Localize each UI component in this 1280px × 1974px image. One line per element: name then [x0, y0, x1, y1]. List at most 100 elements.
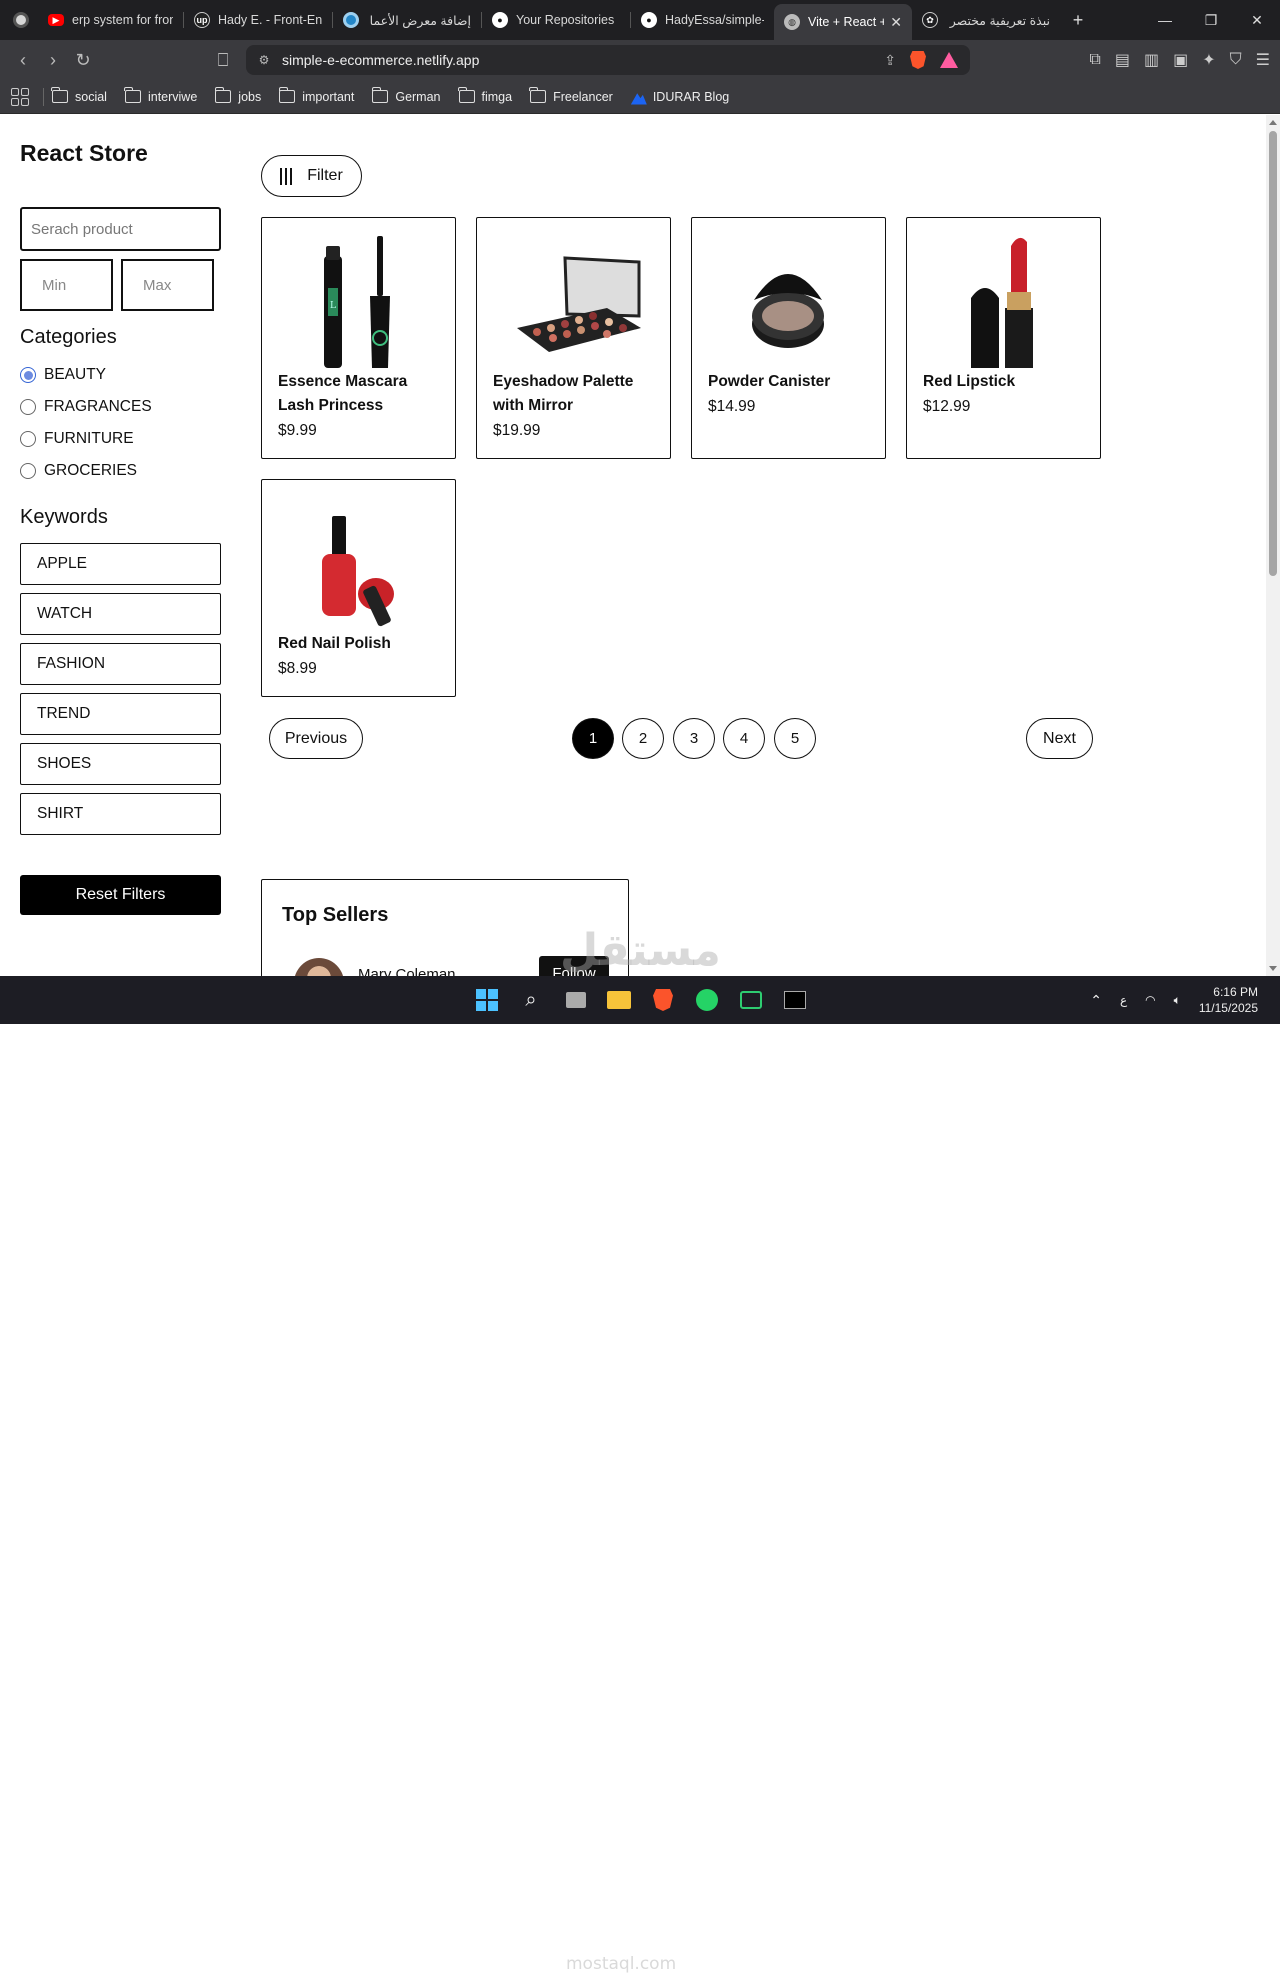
- next-button[interactable]: Next: [1026, 718, 1093, 759]
- brave-rewards-icon[interactable]: [940, 52, 958, 68]
- share-icon[interactable]: ⇪: [884, 52, 896, 69]
- close-window-icon[interactable]: ✕: [1234, 0, 1280, 40]
- chevron-up-icon[interactable]: ⌃: [1090, 992, 1102, 1009]
- reader-icon[interactable]: ▤: [1115, 50, 1130, 70]
- avatar: [294, 958, 344, 976]
- clock[interactable]: 6:16 PM 11/15/2025: [1199, 984, 1258, 1016]
- bookmark-folder[interactable]: interviwe: [124, 87, 197, 104]
- menu-icon[interactable]: ☰: [1256, 50, 1270, 70]
- radio[interactable]: [20, 463, 36, 479]
- search-input[interactable]: [20, 207, 221, 251]
- close-tab-icon[interactable]: ✕: [890, 14, 902, 31]
- product-card[interactable]: Powder Canister $14.99: [691, 217, 886, 459]
- github-icon: ●: [641, 12, 657, 28]
- leo-ai-icon[interactable]: ✦: [1202, 50, 1215, 70]
- new-tab-icon[interactable]: +: [1060, 10, 1096, 31]
- page-1-button[interactable]: 1: [572, 718, 614, 759]
- store-title: React Store: [20, 140, 148, 166]
- svg-text:L: L: [330, 301, 336, 311]
- task-view-icon[interactable]: [562, 986, 590, 1014]
- extensions-icon[interactable]: ⧉: [1089, 51, 1100, 69]
- tab-strip: ▶ erp system for fron up Hady E. - Front…: [0, 0, 1280, 40]
- bookmark-icon[interactable]: ⎕: [208, 45, 238, 75]
- seller-name: Mary Coleman: [358, 966, 456, 976]
- restore-icon[interactable]: ❐: [1188, 0, 1234, 40]
- minimize-icon[interactable]: —: [1142, 0, 1188, 40]
- command-prompt-icon[interactable]: [781, 986, 809, 1014]
- scroll-down-icon[interactable]: [1269, 966, 1277, 971]
- window-controls: — ❐ ✕: [1142, 0, 1280, 40]
- product-name: Powder Canister: [708, 373, 831, 390]
- page-3-button[interactable]: 3: [673, 718, 715, 759]
- tab-5-active[interactable]: ◍ Vite + React + ✕: [774, 4, 912, 40]
- url-text[interactable]: simple-e-ecommerce.netlify.app: [282, 52, 884, 68]
- reset-filters-button[interactable]: Reset Filters: [20, 875, 221, 915]
- bookmark-folder[interactable]: jobs: [214, 87, 261, 104]
- category-beauty[interactable]: BEAUTY: [20, 366, 106, 384]
- bookmark-folder[interactable]: important: [278, 87, 354, 104]
- max-price-input[interactable]: [121, 259, 214, 311]
- filter-button[interactable]: Filter: [261, 155, 362, 197]
- scrollbar-thumb[interactable]: [1269, 131, 1277, 576]
- page-4-button[interactable]: 4: [723, 718, 765, 759]
- whatsapp-icon[interactable]: [693, 986, 721, 1014]
- file-explorer-icon[interactable]: [605, 986, 633, 1014]
- category-furniture[interactable]: FURNITURE: [20, 430, 134, 448]
- keyword-shirt[interactable]: SHIRT: [20, 793, 221, 835]
- tab-6[interactable]: ✿ نبذة تعريفية مختصر: [912, 4, 1060, 36]
- page-2-button[interactable]: 2: [622, 718, 664, 759]
- forward-icon[interactable]: ›: [38, 45, 68, 75]
- tab-1[interactable]: up Hady E. - Front-En: [184, 4, 332, 36]
- bookmark-folder[interactable]: German: [371, 87, 441, 104]
- brave-browser-icon[interactable]: [649, 986, 677, 1014]
- brave-shields-icon[interactable]: [910, 51, 926, 69]
- keyword-shoes[interactable]: SHOES: [20, 743, 221, 785]
- product-card[interactable]: Eyeshadow Palette with Mirror $19.99: [476, 217, 671, 459]
- windows-start-icon[interactable]: [473, 986, 501, 1014]
- site-settings-icon[interactable]: ⚙: [246, 53, 282, 67]
- wallet-icon[interactable]: ▣: [1173, 50, 1188, 70]
- search-icon[interactable]: ⌕: [517, 986, 545, 1014]
- volume-icon[interactable]: 🔈︎: [1174, 993, 1181, 1008]
- language-indicator[interactable]: ع: [1120, 993, 1127, 1007]
- apps-grid-icon[interactable]: [11, 87, 29, 106]
- bookmark-folder[interactable]: Freelancer: [529, 87, 613, 104]
- folder-icon: [51, 87, 68, 103]
- keyword-trend[interactable]: TREND: [20, 693, 221, 735]
- bookmark-folder[interactable]: social: [51, 87, 107, 104]
- category-groceries[interactable]: GROCERIES: [20, 462, 137, 480]
- product-card[interactable]: Red Lipstick $12.99: [906, 217, 1101, 459]
- sidebar-icon[interactable]: ▥: [1144, 50, 1159, 70]
- bookmark-link[interactable]: IDURAR Blog: [630, 89, 729, 105]
- keyword-watch[interactable]: WATCH: [20, 593, 221, 635]
- tab-label: نبذة تعريفية مختصر: [949, 13, 1050, 28]
- wifi-icon[interactable]: ◠: [1145, 993, 1155, 1007]
- vpn-icon[interactable]: ⛉: [1230, 51, 1242, 69]
- back-icon[interactable]: ‹: [8, 45, 38, 75]
- keyword-fashion[interactable]: FASHION: [20, 643, 221, 685]
- page-5-button[interactable]: 5: [774, 718, 816, 759]
- product-price: $12.99: [923, 398, 971, 415]
- product-card[interactable]: L Essence Mascara Lash Princess $9.99: [261, 217, 456, 459]
- profile-icon[interactable]: [4, 5, 38, 35]
- product-name: Essence Mascara Lash Princess: [278, 373, 408, 414]
- tab-label: Hady E. - Front-En: [218, 13, 322, 27]
- scroll-up-icon[interactable]: [1269, 120, 1277, 125]
- category-fragrances[interactable]: FRAGRANCES: [20, 398, 152, 416]
- tab-0[interactable]: ▶ erp system for fron: [38, 4, 183, 36]
- min-price-input[interactable]: [20, 259, 113, 311]
- tab-2[interactable]: إضافة معرض الأعما: [333, 4, 481, 36]
- radio-selected[interactable]: [20, 367, 36, 383]
- radio[interactable]: [20, 431, 36, 447]
- reload-icon[interactable]: ↻: [68, 45, 98, 75]
- bookmark-folder[interactable]: fimga: [457, 87, 512, 104]
- product-card[interactable]: Red Nail Polish $8.99: [261, 479, 456, 697]
- tab-4[interactable]: ● HadyEssa/simple-E: [631, 4, 774, 36]
- terminal-app-icon[interactable]: [737, 986, 765, 1014]
- previous-button[interactable]: Previous: [269, 718, 363, 759]
- address-bar[interactable]: ⚙ simple-e-ecommerce.netlify.app ⇪: [246, 45, 970, 75]
- page-scrollbar[interactable]: [1266, 115, 1280, 976]
- keyword-apple[interactable]: APPLE: [20, 543, 221, 585]
- tab-3[interactable]: ● Your Repositories: [482, 4, 630, 36]
- radio[interactable]: [20, 399, 36, 415]
